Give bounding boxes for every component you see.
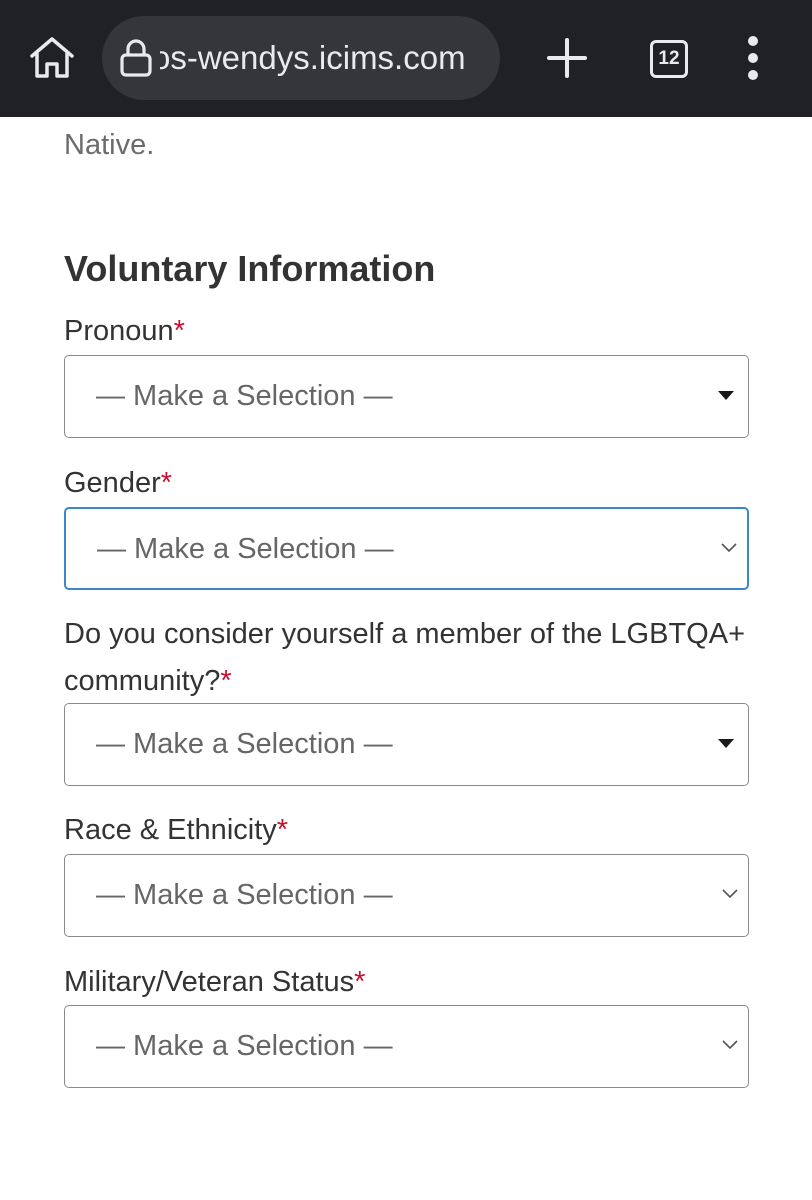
lgbtqa-label-line2: community?: [64, 665, 221, 697]
chevron-down-icon: [721, 543, 737, 553]
browser-toolbar: os-wendys.icims.com 12: [0, 0, 812, 117]
race-ethnicity-select[interactable]: — Make a Selection —: [64, 854, 749, 937]
gender-select[interactable]: — Make a Selection —: [64, 507, 749, 590]
address-bar[interactable]: os-wendys.icims.com: [102, 16, 500, 100]
home-button[interactable]: [26, 34, 78, 82]
menu-dot: [748, 53, 758, 63]
tab-count: 12: [658, 48, 680, 69]
military-veteran-select[interactable]: — Make a Selection —: [64, 1005, 749, 1088]
lock-icon: [120, 39, 152, 77]
gender-select-value: — Make a Selection —: [97, 533, 394, 565]
lgbtqa-select[interactable]: — Make a Selection —: [64, 703, 749, 786]
lgbtqa-label: Do you consider yourself a member of the…: [64, 611, 754, 705]
section-heading: Voluntary Information: [64, 248, 436, 289]
gender-label-text: Gender: [64, 467, 161, 499]
military-veteran-label: Military/Veteran Status*: [64, 959, 754, 1006]
required-asterisk: *: [160, 467, 173, 499]
gender-label: Gender*: [64, 460, 754, 507]
chevron-down-icon: [722, 889, 738, 899]
home-icon: [30, 37, 74, 78]
pronoun-select[interactable]: — Make a Selection —: [64, 355, 749, 438]
menu-dot: [748, 70, 758, 80]
lgbtqa-label-line1: Do you consider yourself a member of the…: [64, 618, 746, 650]
race-ethnicity-label: Race & Ethnicity*: [64, 807, 754, 854]
page-content: Native. Voluntary Information Pronoun* —…: [0, 117, 812, 1200]
pronoun-select-value: — Make a Selection —: [96, 380, 393, 412]
previous-paragraph-tail: Native.: [64, 129, 155, 161]
military-veteran-label-text: Military/Veteran Status: [64, 966, 355, 998]
pronoun-label-text: Pronoun: [64, 315, 174, 347]
url-value: os-wendys.icims.com: [160, 39, 466, 76]
required-asterisk: *: [354, 966, 366, 998]
military-veteran-select-value: — Make a Selection —: [96, 1030, 393, 1062]
required-asterisk: *: [173, 315, 185, 347]
menu-dot: [748, 36, 758, 46]
more-vert-icon[interactable]: [740, 36, 766, 80]
required-asterisk: *: [220, 665, 232, 697]
caret-down-icon: [718, 739, 734, 748]
url-text: os-wendys.icims.com: [160, 16, 490, 100]
race-ethnicity-select-value: — Make a Selection —: [96, 879, 393, 911]
tab-switcher-button[interactable]: 12: [650, 40, 688, 78]
chevron-down-icon: [722, 1040, 738, 1050]
race-ethnicity-label-text: Race & Ethnicity: [64, 814, 277, 846]
plus-icon: [547, 38, 587, 78]
new-tab-button[interactable]: [546, 37, 588, 79]
pronoun-label: Pronoun*: [64, 308, 754, 355]
required-asterisk: *: [276, 814, 289, 846]
caret-down-icon: [718, 391, 734, 400]
lgbtqa-select-value: — Make a Selection —: [96, 728, 393, 760]
